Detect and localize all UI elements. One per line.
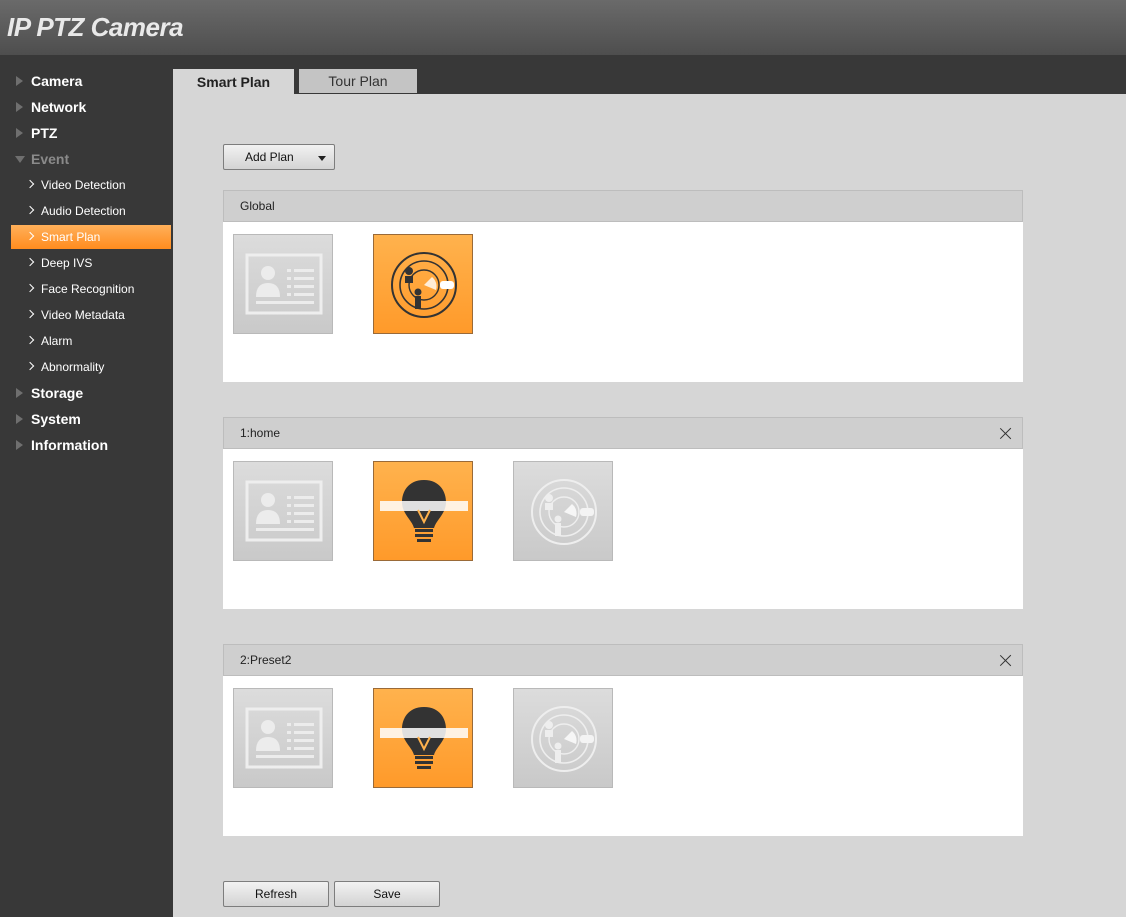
plan-header: Global — [223, 190, 1023, 222]
expand-triangle-icon — [16, 414, 23, 424]
plan-name: Global — [240, 199, 275, 213]
expand-triangle-icon — [16, 76, 23, 86]
sidebar-item-ptz[interactable]: PTZ — [0, 120, 173, 146]
save-button[interactable]: Save — [334, 881, 440, 907]
plan-name: 1:home — [240, 426, 281, 440]
radar-people-icon — [531, 479, 597, 545]
chevron-right-icon — [25, 309, 35, 319]
lightbulb-ivs-tile[interactable] — [373, 688, 473, 788]
face-card-icon — [245, 253, 323, 315]
tab-smart-plan[interactable]: Smart Plan — [173, 69, 294, 94]
face-card-tile[interactable] — [233, 688, 333, 788]
lightbulb-ivs-tile[interactable] — [373, 461, 473, 561]
sidebar-subitem-alarm[interactable]: Alarm — [11, 329, 171, 353]
chevron-right-icon — [25, 205, 35, 215]
sidebar-item-storage[interactable]: Storage — [0, 380, 173, 406]
sidebar-subitem-audio-detection[interactable]: Audio Detection — [11, 199, 171, 223]
sidebar-item-label: System — [31, 411, 81, 427]
face-card-icon — [245, 707, 323, 769]
radar-people-tile[interactable] — [513, 461, 613, 561]
sidebar-subitem-video-detection[interactable]: Video Detection — [11, 173, 171, 197]
sidebar: Camera Network PTZ Event Video Detection… — [0, 55, 173, 917]
sidebar-item-event[interactable]: Event — [0, 146, 173, 172]
expand-triangle-icon — [16, 128, 23, 138]
sidebar-item-camera[interactable]: Camera — [0, 68, 173, 94]
sidebar-subitem-face-recognition[interactable]: Face Recognition — [11, 277, 171, 301]
lightbulb-ivs-icon — [380, 707, 468, 769]
plan-header: 1:home — [223, 417, 1023, 449]
sidebar-item-label: Storage — [31, 385, 84, 401]
add-plan-label: Add Plan — [245, 150, 294, 164]
tab-tour-plan[interactable]: Tour Plan — [299, 69, 417, 93]
app-header: IP PTZ Camera — [0, 0, 1126, 55]
radar-people-icon — [531, 706, 597, 772]
chevron-right-icon — [25, 257, 35, 267]
app-title: IP PTZ Camera — [7, 12, 184, 42]
sidebar-subitem-abnormality[interactable]: Abnormality — [11, 355, 171, 379]
plan-panel-home: 1:home — [223, 417, 1023, 609]
chevron-right-icon — [25, 361, 35, 371]
radar-people-tile[interactable] — [513, 688, 613, 788]
sidebar-item-system[interactable]: System — [0, 406, 173, 432]
sidebar-item-label: Network — [31, 99, 87, 115]
sidebar-subitem-label: Video Detection — [41, 178, 126, 192]
sidebar-subitem-label: Abnormality — [41, 360, 105, 374]
sidebar-item-label: Information — [31, 437, 108, 453]
radar-people-tile[interactable] — [373, 234, 473, 334]
plan-panel-preset2: 2:Preset2 — [223, 644, 1023, 836]
plan-panel-global: Global — [223, 190, 1023, 382]
sidebar-subitem-label: Video Metadata — [41, 308, 125, 322]
lightbulb-ivs-icon — [380, 480, 468, 542]
sidebar-subitem-label: Smart Plan — [41, 230, 101, 244]
plan-name: 2:Preset2 — [240, 653, 292, 667]
chevron-right-icon — [25, 283, 35, 293]
collapse-triangle-icon — [15, 156, 25, 163]
expand-triangle-icon — [16, 102, 23, 112]
close-icon[interactable] — [999, 427, 1012, 440]
sidebar-subitem-deep-ivs[interactable]: Deep IVS — [11, 251, 171, 275]
tab-bar: Smart Plan Tour Plan — [173, 55, 1126, 94]
sidebar-subitem-label: Alarm — [41, 334, 73, 348]
add-plan-button[interactable]: Add Plan — [223, 144, 335, 170]
sidebar-item-information[interactable]: Information — [0, 432, 173, 458]
sidebar-subitem-label: Audio Detection — [41, 204, 126, 218]
plan-body — [223, 449, 1023, 609]
face-card-tile[interactable] — [233, 461, 333, 561]
sidebar-subitem-video-metadata[interactable]: Video Metadata — [11, 303, 171, 327]
sidebar-item-label: Camera — [31, 73, 83, 89]
sidebar-item-network[interactable]: Network — [0, 94, 173, 120]
expand-triangle-icon — [16, 388, 23, 398]
refresh-button[interactable]: Refresh — [223, 881, 329, 907]
chevron-right-icon — [25, 179, 35, 189]
plan-body — [223, 222, 1023, 382]
sidebar-subitem-smart-plan[interactable]: Smart Plan — [11, 225, 171, 249]
plan-body — [223, 676, 1023, 836]
dropdown-caret-icon — [318, 156, 326, 161]
face-card-icon — [245, 480, 323, 542]
sidebar-item-label: Event — [31, 151, 70, 167]
face-card-tile[interactable] — [233, 234, 333, 334]
sidebar-item-label: PTZ — [31, 125, 58, 141]
sidebar-subitem-label: Deep IVS — [41, 256, 93, 270]
sidebar-subitem-label: Face Recognition — [41, 282, 135, 296]
chevron-right-icon — [25, 335, 35, 345]
main-content: Add Plan Global 1:home 2:Preset2 Refresh… — [173, 94, 1126, 917]
radar-people-icon — [391, 252, 457, 318]
close-icon[interactable] — [999, 654, 1012, 667]
chevron-right-icon — [25, 231, 35, 241]
expand-triangle-icon — [16, 440, 23, 450]
plan-header: 2:Preset2 — [223, 644, 1023, 676]
